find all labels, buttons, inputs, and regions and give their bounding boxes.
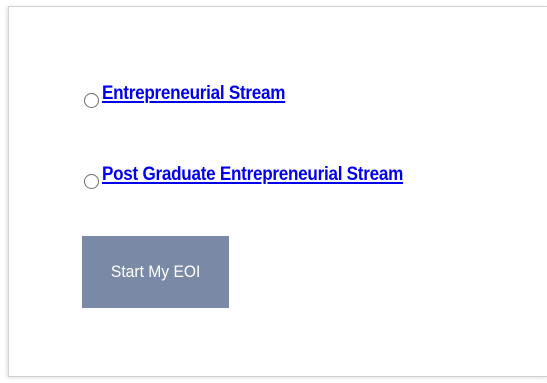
entrepreneurial-stream-link[interactable]: Entrepreneurial Stream (102, 83, 285, 105)
stream-option-entrepreneurial: Entrepreneurial Stream (84, 83, 306, 108)
start-my-eoi-button[interactable]: Start My EOI (82, 236, 229, 308)
post-graduate-stream-radio[interactable] (84, 174, 99, 189)
start-my-eoi-label: Start My EOI (110, 262, 201, 281)
eoi-stream-panel: Entrepreneurial Stream Post Graduate Ent… (8, 6, 547, 377)
post-graduate-stream-link[interactable]: Post Graduate Entrepreneurial Stream (102, 164, 403, 186)
stream-option-post-graduate: Post Graduate Entrepreneurial Stream (84, 164, 436, 189)
entrepreneurial-stream-radio[interactable] (84, 93, 99, 108)
